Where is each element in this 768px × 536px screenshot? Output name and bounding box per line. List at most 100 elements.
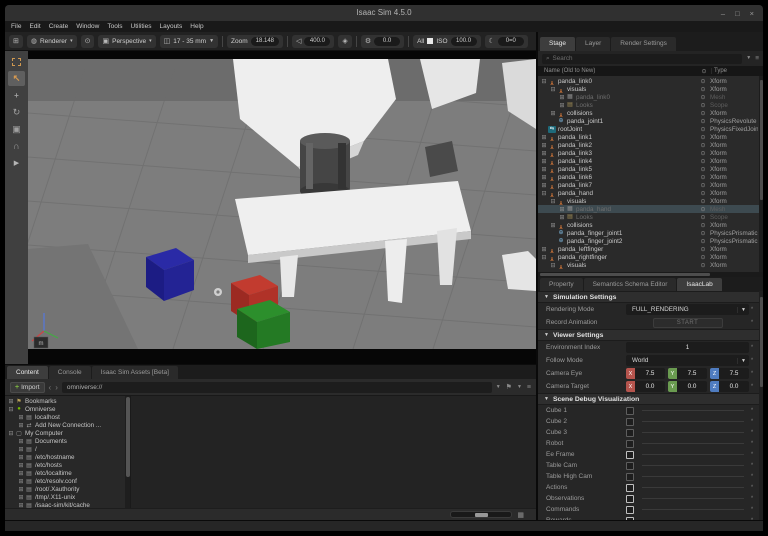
menu-edit[interactable]: Edit: [29, 23, 40, 30]
expander-icon[interactable]: ⊟: [549, 86, 557, 93]
expander-icon[interactable]: ⊞: [17, 438, 25, 445]
viewport-scene[interactable]: m: [28, 59, 536, 349]
iso-value-field[interactable]: 100.0: [451, 37, 477, 46]
stage-row[interactable]: ⇆rootJoint⊙PhysicsFixedJoin: [538, 125, 763, 133]
menu-file[interactable]: File: [11, 23, 21, 30]
expander-icon[interactable]: ⊟: [549, 198, 557, 205]
content-tree-item[interactable]: ⊞⇄Add New Connection ...: [5, 421, 125, 429]
visibility-eye-icon[interactable]: ⊙: [696, 198, 710, 205]
visibility-eye-icon[interactable]: ⊙: [696, 214, 710, 221]
rendering-mode-dropdown[interactable]: FULL_RENDERING▼: [626, 304, 749, 315]
scrollbar-thumb[interactable]: [126, 397, 130, 477]
stage-row[interactable]: ⊞Ypanda_link2⊙Xform: [538, 141, 763, 149]
stage-row[interactable]: ⊞Ypanda_link1⊙Xform: [538, 133, 763, 141]
camera-target-x-field[interactable]: 0.0: [635, 381, 665, 392]
snap-tool[interactable]: ∩: [8, 139, 25, 154]
stage-row[interactable]: ⊟Ypanda_rightfinger⊙Xform: [538, 253, 763, 261]
rotate-tool[interactable]: ↻: [8, 105, 25, 120]
tab-stage[interactable]: Stage: [540, 37, 575, 51]
expander-icon[interactable]: ⊟: [540, 190, 548, 197]
visibility-eye-icon[interactable]: ⊙: [696, 238, 710, 245]
content-tree-item[interactable]: ⊞▤/tmp/.X11-unix: [5, 493, 125, 501]
expander-icon[interactable]: ⊞: [17, 478, 25, 485]
iso-control[interactable]: All ISO 100.0: [413, 35, 480, 48]
section-header-viewer-settings[interactable]: ▼Viewer Settings: [538, 329, 763, 341]
visibility-column-icon[interactable]: ⊙: [697, 68, 711, 75]
scale-tool[interactable]: ▣: [8, 122, 25, 137]
move-tool[interactable]: +: [8, 88, 25, 103]
aperture-control[interactable]: ◁ 400.0: [292, 35, 334, 48]
shutter-control[interactable]: ☾ 0=0: [485, 35, 528, 48]
stage-row[interactable]: ⊟Ypanda_link0⊙Xform: [538, 77, 763, 85]
visibility-button[interactable]: ⊙: [81, 35, 95, 48]
expander-icon[interactable]: ⊞: [540, 158, 548, 165]
menu-help[interactable]: Help: [190, 23, 203, 30]
observations-checkbox[interactable]: [626, 495, 634, 503]
stage-row[interactable]: ⊞Ycollisions⊙Xform: [538, 109, 763, 117]
stage-row[interactable]: ⊞Ypanda_link7⊙Xform: [538, 181, 763, 189]
menu-create[interactable]: Create: [49, 23, 69, 30]
visibility-eye-icon[interactable]: ⊙: [696, 102, 710, 109]
cube-1-checkbox[interactable]: [626, 407, 634, 415]
content-tree-item[interactable]: ⊞▤/: [5, 445, 125, 453]
lens-dropdown[interactable]: ◫ 17 - 35 mm ▼: [160, 35, 218, 48]
name-column-header[interactable]: Name (Old to New): [538, 68, 697, 74]
stage-row[interactable]: ⊞Ypanda_link4⊙Xform: [538, 157, 763, 165]
expander-icon[interactable]: ⊟: [540, 78, 548, 85]
expander-icon[interactable]: ⊞: [540, 174, 548, 181]
tab-render-settings[interactable]: Render Settings: [611, 37, 676, 51]
robot-checkbox[interactable]: [626, 440, 634, 448]
rewards-checkbox[interactable]: [626, 517, 634, 521]
close-button[interactable]: ×: [750, 10, 754, 17]
content-tree-item[interactable]: ⊞▤/etc/hostname: [5, 453, 125, 461]
section-header-scene-debug-visualization[interactable]: ▼Scene Debug Visualization: [538, 393, 763, 405]
actions-checkbox[interactable]: [626, 484, 634, 492]
expander-icon[interactable]: ⊞: [540, 134, 548, 141]
forward-button[interactable]: ›: [55, 383, 58, 392]
stage-row[interactable]: ⊞Ypanda_leftfinger⊙Xform: [538, 245, 763, 253]
camera-eye-x-field[interactable]: 7.5: [635, 368, 665, 379]
visibility-eye-icon[interactable]: ⊙: [696, 110, 710, 117]
visibility-eye-icon[interactable]: ⊙: [696, 174, 710, 181]
filter-icon[interactable]: ▼: [746, 55, 751, 62]
tab-console[interactable]: Console: [49, 366, 91, 379]
content-tree-item[interactable]: ⊞▤/isaac-sim/kit/cache: [5, 501, 125, 508]
renderer-dropdown[interactable]: ◍ Renderer ▾: [27, 35, 77, 48]
visibility-eye-icon[interactable]: ⊙: [696, 222, 710, 229]
tab-isaac-sim-assets-beta[interactable]: Isaac Sim Assets [Beta]: [92, 366, 178, 379]
expander-icon[interactable]: ⊟: [549, 262, 557, 269]
tab-semantics-schema-editor[interactable]: Semantics Schema Editor: [584, 278, 677, 291]
visibility-eye-icon[interactable]: ⊙: [696, 158, 710, 165]
visibility-eye-icon[interactable]: ⊙: [696, 254, 710, 261]
expander-icon[interactable]: ⊟: [7, 430, 15, 437]
expander-icon[interactable]: ⊞: [17, 486, 25, 493]
stage-row[interactable]: ⊕panda_finger_joint2⊙PhysicsPrismatic: [538, 237, 763, 245]
expander-icon[interactable]: ⊞: [540, 142, 548, 149]
title-bar[interactable]: Isaac Sim 4.5.0 –□×: [5, 5, 763, 21]
zoom-control[interactable]: Zoom 18.148: [227, 35, 283, 48]
expander-icon[interactable]: ⊞: [7, 398, 15, 405]
stage-row[interactable]: ⊞▦panda_hand⊙Mesh: [538, 205, 763, 213]
tab-content[interactable]: Content: [7, 366, 48, 379]
visibility-eye-icon[interactable]: ⊙: [696, 182, 710, 189]
visibility-eye-icon[interactable]: ⊙: [696, 126, 710, 133]
expander-icon[interactable]: ⊞: [558, 102, 566, 109]
camera-target-y-field[interactable]: 0.0: [677, 381, 707, 392]
menu-layouts[interactable]: Layouts: [159, 23, 182, 30]
expander-icon[interactable]: ⊞: [558, 94, 566, 101]
start-button[interactable]: START: [653, 318, 723, 328]
visibility-eye-icon[interactable]: ⊙: [696, 86, 710, 93]
viewport-layout-button[interactable]: ⊞: [9, 35, 23, 48]
scrollbar-thumb[interactable]: [540, 273, 710, 276]
stage-row[interactable]: ⊟Yvisuals⊙Xform: [538, 261, 763, 269]
camera-target-z-field[interactable]: 0.0: [719, 381, 749, 392]
path-input[interactable]: omniverse://: [62, 382, 492, 393]
cube-2-checkbox[interactable]: [626, 418, 634, 426]
play-tool[interactable]: ▶: [8, 156, 25, 171]
select-region-tool[interactable]: [8, 54, 25, 69]
options-icon[interactable]: ≡: [755, 55, 759, 62]
stage-row[interactable]: ⊟Ypanda_hand⊙Xform: [538, 189, 763, 197]
exposure-control[interactable]: ⚙ 0.0: [361, 35, 404, 48]
stage-row[interactable]: ⊞▦panda_link0⊙Mesh: [538, 93, 763, 101]
follow-mode-dropdown[interactable]: World▼: [626, 355, 749, 366]
